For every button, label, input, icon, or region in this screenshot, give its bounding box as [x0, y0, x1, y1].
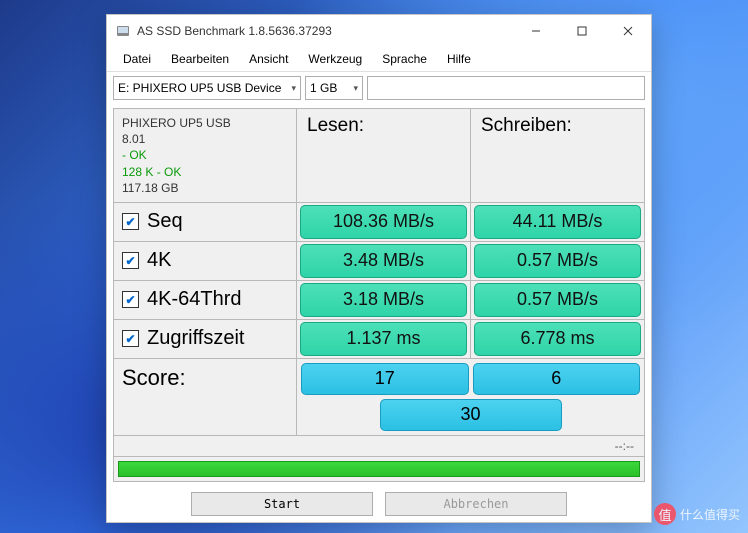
label-score: Score:: [114, 359, 297, 435]
size-select[interactable]: 1 GB ▾: [305, 76, 363, 100]
menu-datei[interactable]: Datei: [113, 50, 161, 68]
watermark-text: 什么值得买: [680, 506, 740, 523]
chevron-down-icon: ▾: [353, 83, 358, 94]
checkbox-4k64[interactable]: ✔: [122, 291, 139, 308]
watermark-icon: 值: [654, 503, 676, 525]
score-read: 17: [301, 363, 469, 395]
row-access: ✔ Zugriffszeit 1.137 ms 6.778 ms: [114, 320, 644, 359]
checkbox-seq[interactable]: ✔: [122, 213, 139, 230]
score-total: 30: [380, 399, 562, 431]
device-status: - OK: [122, 147, 288, 163]
menu-sprache[interactable]: Sprache: [372, 50, 437, 68]
label-4k: 4K: [147, 249, 171, 272]
device-fw: 8.01: [122, 131, 288, 147]
row-score: Score: 17 6 30: [114, 359, 644, 436]
drive-select-value: E: PHIXERO UP5 USB Device: [118, 81, 281, 95]
score-write: 6: [473, 363, 641, 395]
maximize-button[interactable]: [559, 15, 605, 47]
row-4k: ✔ 4K 3.48 MB/s 0.57 MB/s: [114, 242, 644, 281]
abort-button: Abbrechen: [385, 492, 567, 516]
label-seq: Seq: [147, 210, 183, 233]
window-title: AS SSD Benchmark 1.8.5636.37293: [137, 24, 513, 38]
seq-read: 108.36 MB/s: [300, 205, 467, 239]
app-window: AS SSD Benchmark 1.8.5636.37293 Datei Be…: [106, 14, 652, 523]
start-button[interactable]: Start: [191, 492, 373, 516]
minimize-button[interactable]: [513, 15, 559, 47]
device-info: PHIXERO UP5 USB 8.01 - OK 128 K - OK 117…: [114, 109, 297, 202]
device-name: PHIXERO UP5 USB: [122, 115, 288, 131]
label-access: Zugriffszeit: [147, 327, 244, 350]
size-select-value: 1 GB: [310, 81, 337, 95]
progress-bar: [118, 461, 640, 477]
chevron-down-icon: ▾: [291, 83, 296, 94]
drive-select[interactable]: E: PHIXERO UP5 USB Device ▾: [113, 76, 301, 100]
elapsed-time: --:--: [615, 439, 634, 453]
app-icon: [115, 23, 131, 39]
menu-ansicht[interactable]: Ansicht: [239, 50, 298, 68]
4k64-write: 0.57 MB/s: [474, 283, 641, 317]
label-4k64: 4K-64Thrd: [147, 288, 242, 311]
results-panel: PHIXERO UP5 USB 8.01 - OK 128 K - OK 117…: [113, 108, 645, 482]
menu-bearbeiten[interactable]: Bearbeiten: [161, 50, 239, 68]
header-read: Lesen:: [297, 109, 471, 202]
menu-werkzeug[interactable]: Werkzeug: [298, 50, 372, 68]
titlebar[interactable]: AS SSD Benchmark 1.8.5636.37293: [107, 15, 651, 47]
checkbox-access[interactable]: ✔: [122, 330, 139, 347]
row-4k64: ✔ 4K-64Thrd 3.18 MB/s 0.57 MB/s: [114, 281, 644, 320]
checkbox-4k[interactable]: ✔: [122, 252, 139, 269]
header-write: Schreiben:: [471, 109, 644, 202]
4k-write: 0.57 MB/s: [474, 244, 641, 278]
access-write: 6.778 ms: [474, 322, 641, 356]
close-button[interactable]: [605, 15, 651, 47]
status-textbox[interactable]: [367, 76, 645, 100]
watermark: 值 什么值得买: [654, 503, 740, 525]
menubar: Datei Bearbeiten Ansicht Werkzeug Sprach…: [107, 47, 651, 72]
menu-hilfe[interactable]: Hilfe: [437, 50, 481, 68]
device-align: 128 K - OK: [122, 164, 288, 180]
row-seq: ✔ Seq 108.36 MB/s 44.11 MB/s: [114, 203, 644, 242]
seq-write: 44.11 MB/s: [474, 205, 641, 239]
4k-read: 3.48 MB/s: [300, 244, 467, 278]
toolbar: E: PHIXERO UP5 USB Device ▾ 1 GB ▾: [107, 72, 651, 104]
device-capacity: 117.18 GB: [122, 180, 288, 196]
4k64-read: 3.18 MB/s: [300, 283, 467, 317]
access-read: 1.137 ms: [300, 322, 467, 356]
